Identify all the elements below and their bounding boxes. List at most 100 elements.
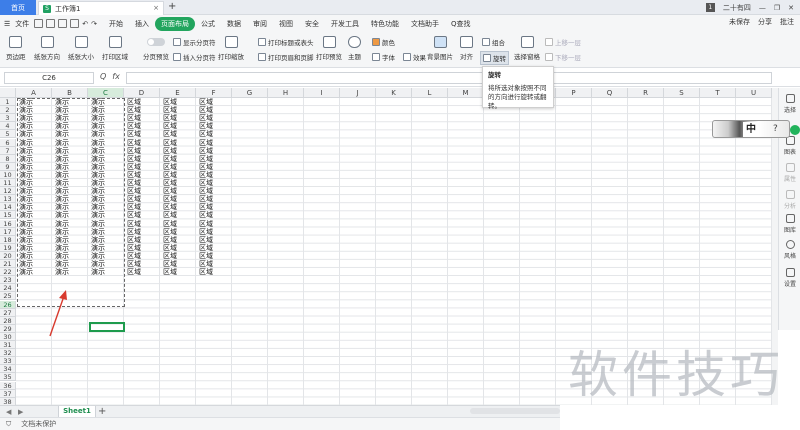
cell[interactable]: 区域 (160, 163, 177, 171)
cell[interactable]: 区域 (160, 155, 177, 163)
cell[interactable]: 区域 (196, 130, 213, 138)
cell[interactable]: 区域 (160, 139, 177, 147)
menu-start[interactable]: 开始 (103, 19, 129, 29)
print-header-footer-button[interactable]: 打印页眉和页脚 (258, 52, 314, 62)
cell[interactable]: 区域 (196, 98, 213, 106)
prev-sheet-button[interactable]: ◀ (6, 408, 11, 416)
doc-protect-status[interactable]: 文档未保护 (21, 419, 56, 429)
preview-icon[interactable] (58, 19, 68, 28)
cell[interactable]: 区域 (160, 147, 177, 155)
bring-forward-button[interactable]: 上移一层 (545, 37, 581, 47)
insert-page-break-button[interactable]: 插入分页符 (173, 52, 216, 62)
cell[interactable]: 区域 (196, 268, 213, 276)
cell[interactable]: 区域 (160, 130, 177, 138)
column-header-s[interactable]: S (664, 88, 700, 98)
cell[interactable]: 区域 (124, 163, 141, 171)
row-header-21[interactable]: 21 (0, 260, 16, 269)
menu-data[interactable]: 数据 (221, 19, 247, 29)
menu-formula[interactable]: 公式 (195, 19, 221, 29)
cell[interactable]: 区域 (124, 244, 141, 252)
cell[interactable]: 区域 (196, 220, 213, 228)
unsaved-status[interactable]: 未保存 (729, 17, 750, 27)
row-header-15[interactable]: 15 (0, 211, 16, 220)
page-break-preview-button[interactable]: 分页预览 (143, 36, 169, 61)
cell[interactable]: 区域 (124, 171, 141, 179)
fonts-button[interactable]: 字体 (372, 52, 395, 62)
column-header-l[interactable]: L (412, 88, 448, 98)
paper-size-button[interactable]: 纸张大小 (68, 36, 94, 61)
row-header-29[interactable]: 29 (0, 324, 16, 333)
cell[interactable]: 区域 (124, 106, 141, 114)
row-header-8[interactable]: 8 (0, 154, 16, 163)
cell[interactable]: 区域 (124, 130, 141, 138)
sidebar-item-gallery[interactable]: 图库 (779, 214, 800, 234)
green-indicator[interactable] (790, 125, 800, 135)
cell[interactable]: 区域 (124, 252, 141, 260)
menu-developer[interactable]: 开发工具 (325, 19, 365, 29)
cell[interactable]: 区域 (124, 187, 141, 195)
row-header-4[interactable]: 4 (0, 122, 16, 131)
row-header-22[interactable]: 22 (0, 268, 16, 277)
cell[interactable]: 区域 (196, 147, 213, 155)
row-header-27[interactable]: 27 (0, 308, 16, 317)
column-header-r[interactable]: R (628, 88, 664, 98)
cell[interactable]: 区域 (124, 236, 141, 244)
theme-button[interactable]: 主题 (348, 36, 361, 61)
show-page-break-checkbox[interactable]: 显示分页符 (173, 37, 216, 47)
name-box[interactable]: C26 (4, 72, 94, 84)
row-header-35[interactable]: 35 (0, 373, 16, 382)
tab-workbook[interactable]: S 工作簿1 × (38, 1, 164, 15)
cell[interactable]: 区域 (196, 260, 213, 268)
select-pane-button[interactable]: 选择窗格 (514, 36, 540, 61)
hamburger-icon[interactable]: ☰ (4, 20, 10, 28)
column-header-j[interactable]: J (340, 88, 376, 98)
cell[interactable]: 区域 (124, 228, 141, 236)
cell[interactable]: 区域 (196, 187, 213, 195)
column-header-b[interactable]: B (52, 88, 88, 98)
menu-features[interactable]: 特色功能 (365, 19, 405, 29)
row-header-24[interactable]: 24 (0, 284, 16, 293)
select-all-corner[interactable] (0, 88, 16, 98)
print-area-button[interactable]: 打印区域 (102, 36, 128, 61)
cell[interactable]: 区域 (160, 187, 177, 195)
sidebar-item-select[interactable]: 选择 (779, 94, 800, 114)
row-header-23[interactable]: 23 (0, 276, 16, 285)
sidebar-item-properties[interactable]: 属性 (779, 163, 800, 183)
row-header-36[interactable]: 36 (0, 381, 16, 390)
undo-icon[interactable]: ↶ (82, 20, 88, 28)
row-header-28[interactable]: 28 (0, 316, 16, 325)
cell[interactable]: 区域 (124, 260, 141, 268)
rotate-button[interactable]: 旋转 (480, 51, 509, 65)
cell[interactable]: 区域 (196, 252, 213, 260)
cell[interactable]: 区域 (196, 211, 213, 219)
cell[interactable]: 区域 (196, 171, 213, 179)
cell[interactable]: 区域 (160, 228, 177, 236)
save-icon[interactable] (34, 19, 44, 28)
cell[interactable]: 区域 (160, 244, 177, 252)
cell[interactable]: 区域 (160, 220, 177, 228)
cell[interactable]: 区域 (124, 179, 141, 187)
sidebar-item-analysis[interactable]: 分析 (779, 190, 800, 210)
floating-image[interactable]: 中 ? (712, 120, 790, 138)
column-header-m[interactable]: M (448, 88, 484, 98)
cell[interactable]: 区域 (160, 98, 177, 106)
cell[interactable]: 区域 (160, 268, 177, 276)
row-header-5[interactable]: 5 (0, 130, 16, 139)
menu-search[interactable]: Q查找 (445, 19, 477, 29)
column-header-u[interactable]: U (736, 88, 772, 98)
column-header-p[interactable]: P (556, 88, 592, 98)
print-zoom-button[interactable]: 打印缩放 (218, 36, 244, 61)
menu-view[interactable]: 视图 (273, 19, 299, 29)
add-sheet-button[interactable]: + (98, 406, 106, 417)
print-preview-button[interactable]: 打印预览 (316, 36, 342, 61)
restore-button[interactable]: ❐ (774, 4, 780, 12)
cell[interactable]: 区域 (124, 211, 141, 219)
column-header-t[interactable]: T (700, 88, 736, 98)
close-window-button[interactable]: ✕ (788, 4, 794, 12)
row-header-31[interactable]: 31 (0, 341, 16, 350)
cell[interactable]: 区域 (196, 244, 213, 252)
row-header-2[interactable]: 2 (0, 106, 16, 115)
cell[interactable]: 区域 (124, 220, 141, 228)
next-sheet-button[interactable]: ▶ (18, 408, 23, 416)
page-break-toggle[interactable] (147, 38, 165, 46)
